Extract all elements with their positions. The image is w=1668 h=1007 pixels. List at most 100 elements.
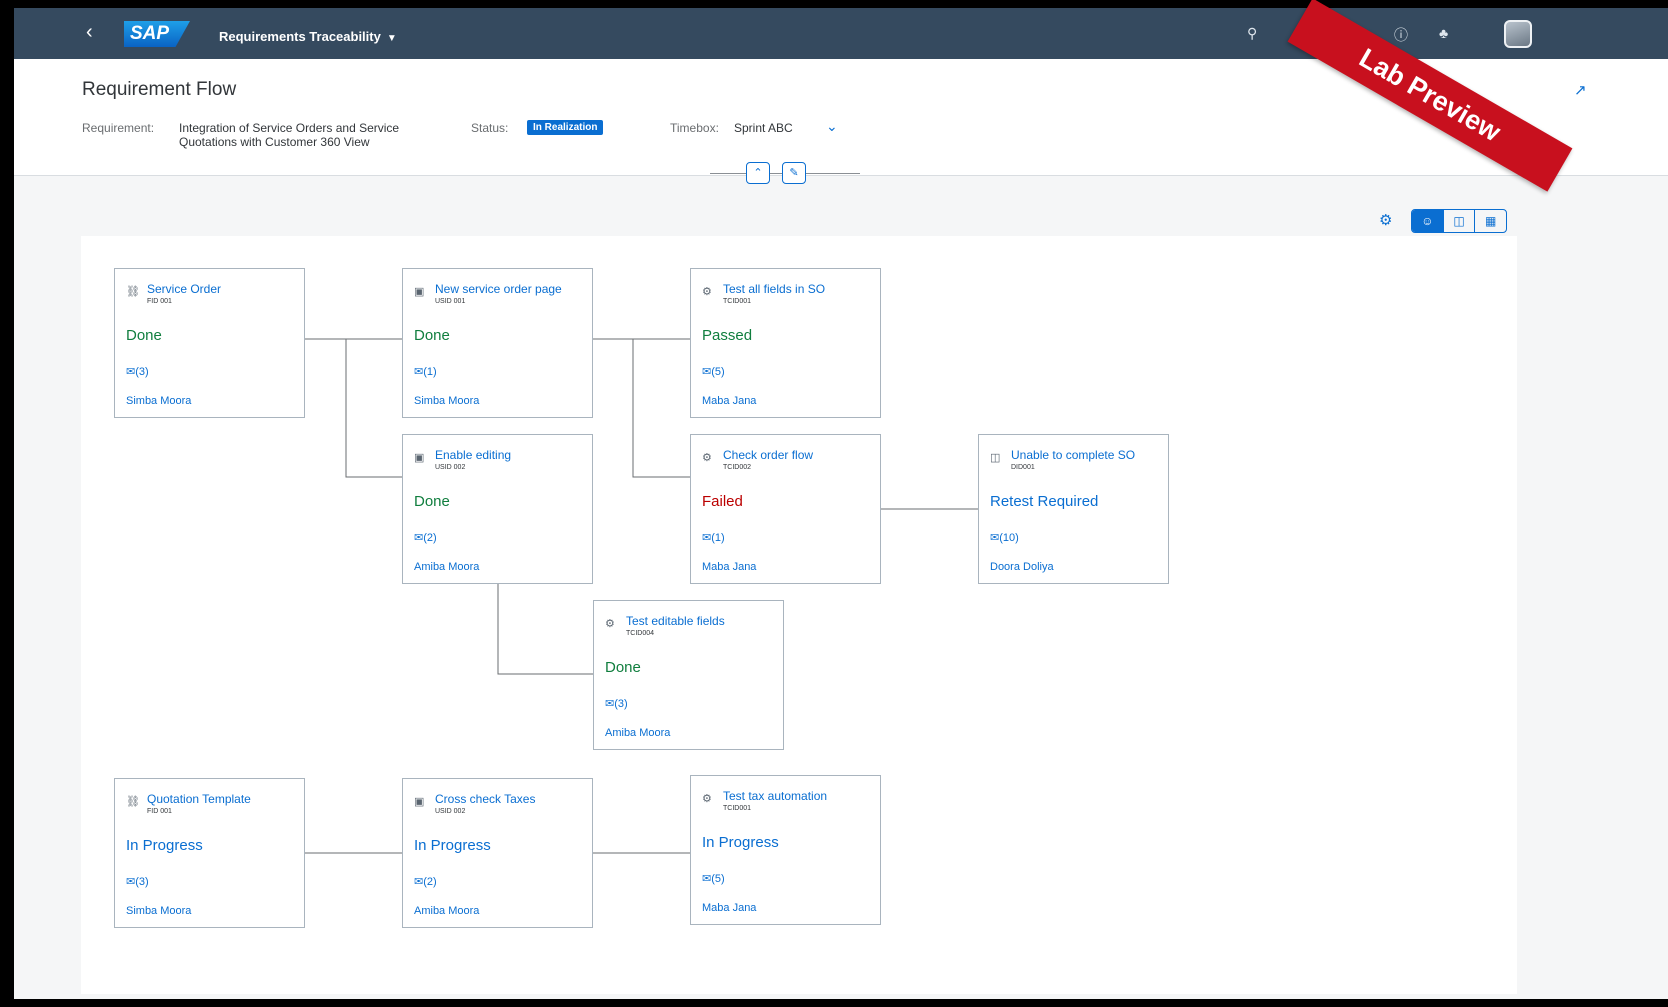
app-title-label: Requirements Traceability (219, 29, 381, 44)
collapse-header-button[interactable]: ⌃ (746, 162, 770, 184)
node-title-link[interactable]: Enable editing (435, 448, 511, 462)
node-title-link[interactable]: New service order page (435, 282, 562, 296)
node-title-link[interactable]: Check order flow (723, 448, 813, 462)
app-title-menu[interactable]: Requirements Traceability ▼ (219, 29, 397, 44)
comment-count: (2) (423, 532, 437, 544)
comments-link[interactable]: ✉(3) (126, 365, 149, 378)
view-switch: ☺ ◫ ▦ (1411, 209, 1507, 233)
comment-count: (5) (711, 873, 725, 885)
comment-count: (1) (711, 532, 725, 544)
owner-link[interactable]: Maba Jana (702, 902, 756, 914)
owner-link[interactable]: Amiba Moora (605, 727, 670, 739)
app-frame: ‹ SAP Requirements Traceability ▼ ⚲ ⓘ ♣ R… (14, 8, 1668, 999)
flow-node[interactable]: ⛓ Quotation Template FID 001 In Progress… (114, 778, 305, 928)
test-icon: ⚙ (702, 452, 712, 464)
pin-header-button[interactable]: ✎ (782, 162, 806, 184)
owner-link[interactable]: Maba Jana (702, 395, 756, 407)
node-title-link[interactable]: Service Order (147, 282, 221, 296)
owner-link[interactable]: Amiba Moora (414, 905, 479, 917)
comments-link[interactable]: ✉(5) (702, 872, 725, 885)
node-status: Retest Required (990, 493, 1099, 510)
feature-icon: ⛓ (126, 796, 140, 808)
node-id: TCID002 (723, 464, 752, 471)
owner-link[interactable]: Amiba Moora (414, 561, 479, 573)
flow-node[interactable]: ⚙ Test all fields in SO TCID001 Passed ✉… (690, 268, 881, 418)
node-id: DID001 (1011, 464, 1035, 471)
owner-link[interactable]: Maba Jana (702, 561, 756, 573)
comment-icon: ✉ (414, 876, 424, 888)
node-status: Done (414, 327, 450, 344)
column-view-icon[interactable]: ◫ (1444, 210, 1476, 232)
grid-view-icon[interactable]: ▦ (1475, 210, 1506, 232)
flow-node[interactable]: ⚙ Check order flow TCID002 Failed ✉(1) M… (690, 434, 881, 584)
flow-node[interactable]: ▣ New service order page USID 001 Done ✉… (402, 268, 593, 418)
flow-node[interactable]: ◫ Unable to complete SO DID001 Retest Re… (978, 434, 1169, 584)
comments-link[interactable]: ✉(1) (702, 531, 725, 544)
page-title: Requirement Flow (82, 79, 237, 100)
node-title-link[interactable]: Test editable fields (626, 614, 725, 628)
comment-count: (3) (135, 876, 149, 888)
comment-count: (3) (135, 366, 149, 378)
story-icon: ▣ (414, 452, 425, 464)
comment-icon: ✉ (605, 698, 615, 710)
node-status: In Progress (414, 837, 491, 854)
status-label: Status: (471, 121, 509, 135)
shell-bar: ‹ SAP Requirements Traceability ▼ ⚲ ⓘ ♣ (14, 8, 1668, 59)
node-status: In Progress (702, 834, 779, 851)
comment-count: (10) (999, 532, 1019, 544)
comment-icon: ✉ (414, 366, 424, 378)
node-title-link[interactable]: Unable to complete SO (1011, 448, 1135, 462)
node-id: TCID001 (723, 805, 752, 812)
comment-icon: ✉ (126, 366, 136, 378)
node-title-link[interactable]: Test tax automation (723, 789, 827, 803)
owner-link[interactable]: Simba Moora (126, 395, 191, 407)
timebox-label: Timebox: (670, 121, 719, 135)
bell-icon[interactable]: ♣ (1439, 25, 1448, 41)
node-status: In Progress (126, 837, 203, 854)
flow-node[interactable]: ▣ Cross check Taxes USID 002 In Progress… (402, 778, 593, 928)
node-id: FID 001 (147, 808, 172, 815)
timebox-value: Sprint ABC (734, 121, 793, 135)
node-status: Done (126, 327, 162, 344)
flow-canvas: ⛓ Service Order FID 001 Done ✉(3) Simba … (81, 236, 1517, 994)
comments-link[interactable]: ✉(3) (605, 697, 628, 710)
settings-icon[interactable]: ⚙ (1379, 211, 1392, 229)
owner-link[interactable]: Simba Moora (414, 395, 479, 407)
flow-node[interactable]: ⚙ Test editable fields TCID004 Done ✉(3)… (593, 600, 784, 750)
node-title-link[interactable]: Test all fields in SO (723, 282, 825, 296)
test-icon: ⚙ (605, 618, 615, 630)
flow-node[interactable]: ⚙ Test tax automation TCID001 In Progres… (690, 775, 881, 925)
comments-link[interactable]: ✉(3) (126, 875, 149, 888)
timebox-dropdown-icon[interactable]: ⌄ (826, 118, 838, 135)
comment-icon: ✉ (126, 876, 136, 888)
node-id: TCID004 (626, 630, 655, 637)
feature-icon: ⛓ (126, 286, 140, 298)
comments-link[interactable]: ✉(1) (414, 365, 437, 378)
requirement-value: Integration of Service Orders and Servic… (179, 121, 400, 149)
person-view-icon[interactable]: ☺ (1412, 210, 1444, 232)
node-status: Failed (702, 493, 743, 510)
comments-link[interactable]: ✉(2) (414, 875, 437, 888)
flow-node[interactable]: ⛓ Service Order FID 001 Done ✉(3) Simba … (114, 268, 305, 418)
node-id: TCID001 (723, 298, 752, 305)
help-icon[interactable]: ⓘ (1394, 25, 1408, 45)
node-status: Passed (702, 327, 753, 344)
test-icon: ⚙ (702, 793, 712, 805)
search-icon[interactable]: ⚲ (1247, 25, 1257, 42)
share-icon[interactable]: ↗ (1574, 81, 1587, 99)
owner-link[interactable]: Simba Moora (126, 905, 191, 917)
back-icon[interactable]: ‹ (86, 22, 93, 42)
comments-link[interactable]: ✉(5) (702, 365, 725, 378)
sap-logo: SAP (124, 21, 190, 47)
node-title-link[interactable]: Cross check Taxes (435, 792, 535, 806)
avatar[interactable] (1504, 20, 1532, 48)
node-id: USID 001 (435, 298, 466, 305)
node-status: Done (414, 493, 450, 510)
comments-link[interactable]: ✉(2) (414, 531, 437, 544)
flow-node[interactable]: ▣ Enable editing USID 002 Done ✉(2) Amib… (402, 434, 593, 584)
node-title-link[interactable]: Quotation Template (147, 792, 251, 806)
owner-link[interactable]: Doora Doliya (990, 561, 1054, 573)
comments-link[interactable]: ✉(10) (990, 531, 1019, 544)
comment-icon: ✉ (702, 366, 712, 378)
story-icon: ▣ (414, 796, 425, 808)
